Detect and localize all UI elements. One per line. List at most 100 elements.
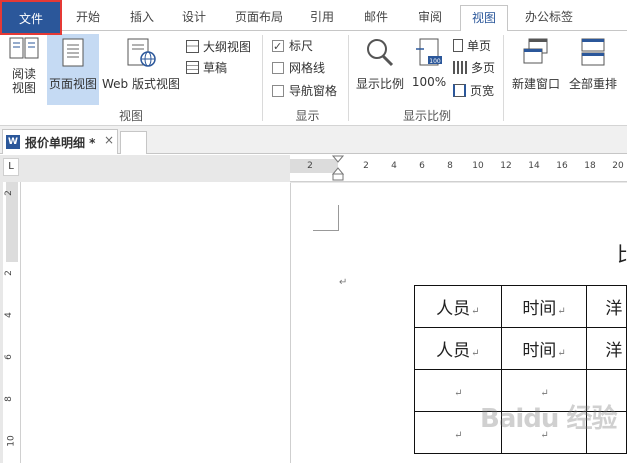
read-mode-button[interactable]: 阅读 视图 (4, 34, 44, 104)
multi-page-button[interactable]: 多页 (453, 58, 495, 78)
read-mode-label: 阅读 视图 (11, 67, 36, 95)
ruler-tick: 10 (6, 435, 17, 447)
one-page-button[interactable]: 单页 (453, 36, 491, 56)
tab-mailings[interactable]: 邮件 (354, 5, 398, 31)
print-layout-button[interactable]: 页面视图 (47, 34, 99, 105)
nav-pane-checkbox[interactable]: 导航窗格 (272, 81, 337, 101)
ribbon-divider (262, 35, 263, 121)
page-corner-mark (313, 205, 339, 231)
page-100-icon: 100 (416, 38, 442, 66)
ruler-tick: 16 (556, 161, 568, 171)
zoom-100-button[interactable]: 100 100% (410, 34, 448, 104)
ruler-margin (290, 159, 338, 173)
page-width-icon (453, 84, 466, 97)
watermark-logo: Baidu 经验 (480, 404, 617, 434)
ruler-tick: 20 (612, 161, 624, 171)
ruler-tick: 2 (307, 161, 313, 171)
zoom-group-label: 显示比例 (402, 109, 451, 123)
one-page-icon (453, 39, 463, 52)
horizontal-ruler[interactable]: 2 2 4 6 8 10 12 14 16 18 20 (290, 155, 627, 182)
tab-file[interactable]: 文件 (0, 0, 62, 35)
table-cell[interactable]: 人员↵ (414, 285, 502, 328)
document-tab-bar: W 报价单明细 * × (0, 126, 627, 154)
web-layout-label: Web 版式视图 (102, 77, 180, 91)
gridlines-checkbox[interactable]: 网格线 (272, 58, 325, 78)
gridlines-check-icon (272, 62, 284, 74)
tab-stop-selector[interactable]: L (3, 158, 19, 176)
web-layout-button[interactable]: Web 版式视图 (100, 34, 182, 104)
tab-view[interactable]: 视图 (460, 5, 508, 32)
svg-text:100: 100 (429, 58, 441, 65)
document-tab[interactable]: W 报价单明细 * × (2, 129, 118, 154)
multi-page-icon (453, 61, 467, 74)
tab-page-layout[interactable]: 页面布局 (228, 5, 290, 31)
ruler-tick: 4 (3, 312, 14, 318)
tab-insert[interactable]: 插入 (120, 5, 164, 31)
zoom-button[interactable]: 显示比例 (354, 34, 406, 104)
close-icon[interactable]: × (104, 133, 114, 147)
nav-pane-label: 导航窗格 (289, 84, 338, 98)
table-cell[interactable]: 时间↵ (500, 327, 588, 370)
ruler-tick: 4 (391, 161, 397, 171)
workspace-background (21, 182, 290, 463)
ruler-tick: 8 (3, 396, 14, 402)
new-window-label: 新建窗口 (511, 77, 560, 91)
ruler-tick: 10 (472, 161, 484, 171)
ribbon-divider (348, 35, 349, 121)
multi-page-label: 多页 (471, 61, 496, 75)
gridlines-label: 网格线 (289, 61, 326, 75)
table-cell[interactable]: 人员↵ (414, 327, 502, 370)
new-window-button[interactable]: 新建窗口 (508, 34, 564, 104)
ruler-tick: 8 (447, 161, 453, 171)
ruler-tick: 6 (3, 354, 14, 360)
document-tab-title: 报价单明细 * (25, 136, 96, 150)
ribbon-view: 阅读 视图 页面视图 Web 版式视图 大纲视图 草稿 视图 ✓标尺 网格线 导… (0, 31, 627, 126)
tab-design[interactable]: 设计 (172, 5, 216, 31)
table-row: 人员↵ 时间↵ 洋 (414, 285, 627, 328)
globe-page-icon (127, 38, 156, 67)
arrange-all-label: 全部重排 (568, 77, 617, 91)
new-window-icon (523, 38, 548, 64)
tab-references[interactable]: 引用 (300, 5, 344, 31)
outline-icon (186, 40, 199, 53)
show-group-label: 显示 (295, 109, 320, 123)
page-width-button[interactable]: 页宽 (453, 81, 494, 101)
views-group-label: 视图 (118, 109, 143, 123)
ruler-tick: 2 (3, 270, 14, 276)
zoom-label: 显示比例 (355, 77, 404, 91)
zoom-100-label: 100% (411, 75, 447, 89)
ruler-tick: 12 (500, 161, 512, 171)
arrange-all-icon (581, 38, 605, 66)
ruler-label: 标尺 (289, 39, 314, 53)
one-page-label: 单页 (467, 39, 492, 53)
tab-home[interactable]: 开始 (66, 5, 110, 31)
tab-office-tab[interactable]: 办公标签 (516, 5, 582, 31)
ruler-tick: 6 (419, 161, 425, 171)
word-icon: W (6, 135, 20, 149)
print-layout-label: 页面视图 (48, 77, 97, 91)
table-cell[interactable]: 时间↵ (500, 285, 588, 328)
table-cell[interactable]: 洋 (586, 285, 627, 328)
ribbon-divider (503, 35, 504, 121)
title-partial: 比 (617, 238, 627, 267)
book-icon (9, 37, 39, 59)
draft-button[interactable]: 草稿 (186, 58, 227, 78)
ruler-tick: 2 (363, 161, 369, 171)
new-tab-button[interactable] (120, 131, 147, 154)
table-row: 人员↵ 时间↵ 洋 (414, 327, 627, 370)
nav-pane-check-icon (272, 85, 284, 97)
indent-marker-icon[interactable] (332, 155, 344, 182)
paragraph-mark: ↵ (339, 277, 348, 288)
ruler-tick: 2 (3, 190, 14, 196)
vertical-ruler[interactable]: 2 2 4 6 8 10 (3, 182, 21, 463)
outline-button[interactable]: 大纲视图 (186, 37, 251, 57)
tab-review[interactable]: 审阅 (408, 5, 452, 31)
ruler-check-icon (272, 37, 284, 57)
arrange-all-button[interactable]: 全部重排 (565, 34, 621, 104)
table-cell[interactable]: 洋 (586, 327, 627, 370)
ruler-checkbox[interactable]: 标尺 (272, 36, 314, 57)
draft-label: 草稿 (203, 61, 228, 75)
page-width-label: 页宽 (470, 84, 495, 98)
magnifier-icon (367, 39, 394, 67)
draft-icon (186, 61, 199, 74)
